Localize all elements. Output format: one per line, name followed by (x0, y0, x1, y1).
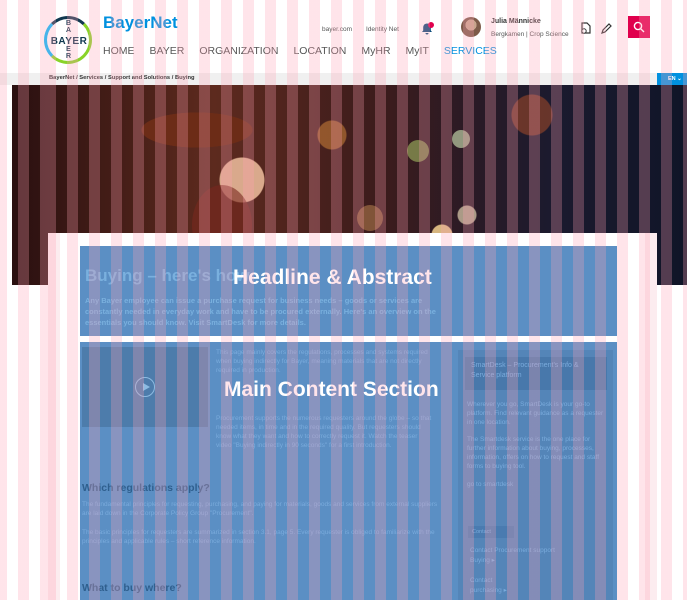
contact-procurement-sub[interactable]: Buying ▸ (470, 556, 610, 565)
search-icon (633, 21, 645, 33)
main-nav: HOME BAYER ORGANIZATION LOCATION MyHR My… (103, 45, 497, 57)
procurement-text: Procurement supports the numerous reques… (216, 415, 432, 449)
nav-item-services[interactable]: SERVICES (444, 45, 497, 57)
page-title: Buying – here's how (85, 266, 250, 285)
breadcrumb-bar: BayerNet / Services / Support and Soluti… (0, 73, 687, 85)
contact-purchasing-link[interactable]: Contact (470, 576, 610, 585)
pencil-icon[interactable] (600, 22, 613, 35)
smartdesk-text-2: The Smartdesk service is the one place f… (467, 436, 600, 470)
nav-item-bayer[interactable]: BAYER (150, 45, 185, 57)
main-region-label: Main Content Section (224, 378, 439, 401)
smartdesk-link[interactable]: go to smartdesk (467, 480, 607, 489)
breadcrumb[interactable]: BayerNet / Services / Support and Soluti… (49, 75, 195, 81)
link-bayer-com[interactable]: bayer.com (322, 26, 352, 33)
hero-bokeh (357, 205, 383, 231)
avatar[interactable] (461, 17, 481, 37)
contact-procurement-link[interactable]: Contact Procurement support (470, 546, 610, 555)
regulations-text: The fundamental principles for requestin… (82, 501, 438, 517)
nav-item-home[interactable]: HOME (103, 45, 135, 57)
nav-item-location[interactable]: LOCATION (293, 45, 346, 57)
smartdesk-text-1: Wherever you go, SmartDesk is your go-to… (467, 401, 604, 426)
hero-bokeh (407, 140, 429, 162)
language-selector[interactable]: EN ⌄ (657, 73, 687, 85)
document-sync-icon[interactable] (579, 22, 592, 35)
smartdesk-sidebar-card: SmartDesk – Procurement's Info & Service… (458, 350, 613, 600)
section-heading-what-to-buy: What to buy where? (82, 582, 182, 594)
hero-bokeh (452, 130, 470, 148)
contact-purchasing-sub[interactable]: purchasing ▸ (470, 586, 610, 595)
nav-item-organization[interactable]: ORGANIZATION (199, 45, 278, 57)
page-abstract: Any Bayer employee can issue a purchase … (85, 296, 436, 327)
link-identity-net[interactable]: Identity Net (366, 26, 399, 33)
language-label: EN (668, 76, 676, 82)
nav-item-myit[interactable]: MyIT (406, 45, 429, 57)
headline-abstract-region: Buying – here's how Any Bayer employee c… (80, 246, 617, 336)
logo-horizontal-text: BAYER (50, 36, 88, 47)
contact-pill[interactable]: Contact (468, 526, 514, 538)
section-heading-regulations: Which regulations apply? (82, 482, 210, 494)
top-links: bayer.com Identity Net (322, 26, 399, 33)
headline-region-label: Headline & Abstract (233, 266, 432, 289)
brand-name[interactable]: BayerNet (103, 13, 178, 33)
nav-item-myhr[interactable]: MyHR (361, 45, 390, 57)
header: BAER BAYER BayerNet HOME BAYER ORGANIZAT… (0, 0, 687, 73)
bayer-logo[interactable]: BAER BAYER (44, 16, 92, 64)
smartdesk-title[interactable]: SmartDesk – Procurement's Info & Service… (465, 357, 607, 390)
notification-bell-icon[interactable] (420, 22, 434, 36)
user-location: Bergkamen | Crop Science (491, 31, 569, 38)
user-name[interactable]: Julia Männicke (491, 18, 541, 25)
intro-text: This page mainly covers the regulations,… (216, 349, 428, 374)
notification-dot (428, 22, 434, 28)
play-icon[interactable] (135, 377, 155, 397)
regulations-text-2: The basic principles for requesters are … (82, 529, 435, 545)
search-button[interactable] (628, 16, 650, 38)
